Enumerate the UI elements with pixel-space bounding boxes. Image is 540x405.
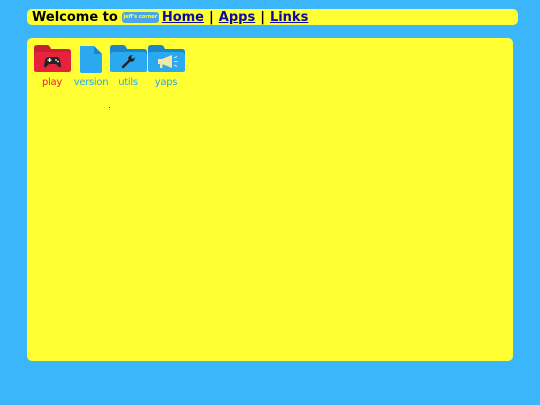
desktop-icon-yaps[interactable]: yaps: [146, 44, 186, 88]
icon-label-version: version: [73, 77, 109, 88]
gamepad-folder-icon: [34, 45, 71, 72]
site-logo-text: jeff's corner: [123, 13, 158, 20]
nav-link-home[interactable]: Home: [162, 10, 204, 25]
desktop-icon-play[interactable]: play: [32, 44, 72, 88]
desktop-panel: play version utils yaps: [27, 38, 513, 361]
site-logo[interactable]: jeff's corner: [121, 11, 159, 23]
desktop-icon-version[interactable]: version: [71, 44, 111, 88]
icon-label-utils: utils: [118, 77, 138, 88]
file-icon: [80, 46, 102, 73]
megaphone-folder-icon: [148, 45, 185, 72]
desktop-icon-utils[interactable]: utils: [108, 44, 148, 88]
nav-link-apps[interactable]: Apps: [219, 10, 255, 25]
wrench-folder-icon: [110, 45, 147, 72]
nav-link-links[interactable]: Links: [270, 10, 308, 25]
stray-pixel: [109, 107, 110, 108]
welcome-text: Welcome to: [32, 9, 118, 25]
nav-separator: |: [260, 9, 265, 25]
icon-label-yaps: yaps: [154, 77, 178, 88]
nav-separator: |: [209, 9, 214, 25]
icon-label-play: play: [42, 77, 62, 88]
top-bar: Welcome to jeff's corner Home | Apps | L…: [27, 9, 518, 25]
